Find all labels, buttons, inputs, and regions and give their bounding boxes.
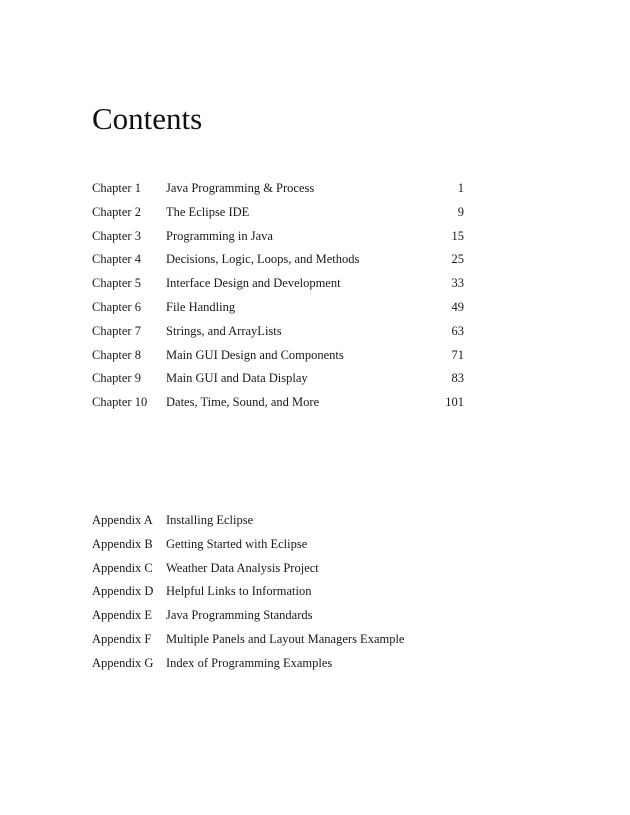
appendix-title: Getting Started with Eclipse [166,536,308,551]
toc-row-chapter[interactable]: Chapter 9 Main GUI and Data Display 83 [92,368,464,392]
appendix-label: Appendix G [92,655,154,670]
page-number: 71 [451,347,465,362]
appendix-label: Appendix A [92,513,153,527]
chapter-label: Chapter 9 [92,371,141,386]
chapter-title: The Eclipse IDE [166,204,250,219]
toc-row-appendix[interactable]: Appendix G Index of Programming Examples [92,653,464,677]
chapter-list: Chapter 1 Java Programming & Process 1 C… [92,178,464,416]
toc-row-chapter[interactable]: Chapter 2 The Eclipse IDE 9 [92,202,464,226]
page-number: 33 [451,276,465,291]
chapter-title: Java Programming & Process [166,181,315,195]
toc-row-chapter[interactable]: Chapter 1 Java Programming & Process 1 [92,178,464,202]
appendix-label: Appendix D [92,584,154,599]
appendix-title: Helpful Links to Information [166,584,312,599]
appendix-list: Appendix A Installing Eclipse Appendix B… [92,510,464,677]
page-title: Contents [92,101,203,136]
chapter-label: Chapter 7 [92,323,141,338]
chapter-title: Programming in Java [166,228,273,243]
chapter-title: Main GUI Design and Components [166,347,344,362]
chapter-title: Dates, Time, Sound, and More [166,395,320,410]
page-number: 15 [451,228,465,243]
appendix-title: Java Programming Standards [166,608,313,623]
appendix-label: Appendix F [92,631,152,646]
appendix-title: Multiple Panels and Layout Managers Exam… [166,631,405,646]
page-number: 25 [451,252,465,267]
chapter-title: File Handling [166,299,236,314]
toc-row-chapter[interactable]: Chapter 8 Main GUI Design and Components… [92,345,464,369]
chapter-label: Chapter 5 [92,276,141,291]
appendix-title: Index of Programming Examples [166,655,333,670]
chapter-label: Chapter 6 [92,299,141,314]
appendix-label: Appendix B [92,536,153,551]
page-number: 63 [451,323,465,338]
chapter-label: Chapter 10 [92,395,148,410]
toc-row-chapter[interactable]: Chapter 5 Interface Design and Developme… [92,273,464,297]
chapter-label: Chapter 4 [92,252,141,267]
toc-row-appendix[interactable]: Appendix E Java Programming Standards [92,605,464,629]
toc-row-appendix[interactable]: Appendix F Multiple Panels and Layout Ma… [92,629,464,653]
chapter-title: Strings, and ArrayLists [166,323,282,338]
toc-row-chapter[interactable]: Chapter 6 File Handling 49 [92,297,464,321]
toc-row-appendix[interactable]: Appendix B Getting Started with Eclipse [92,534,464,558]
chapter-title: Decisions, Logic, Loops, and Methods [166,252,360,267]
page-number: 1 [457,181,464,195]
chapter-title: Main GUI and Data Display [166,371,308,386]
appendix-title: Installing Eclipse [166,513,254,527]
page-number: 49 [451,299,465,314]
appendix-label: Appendix E [92,608,153,623]
chapter-label: Chapter 2 [92,204,141,219]
page-number: 9 [457,204,464,219]
chapter-label: Chapter 3 [92,228,141,243]
toc-row-chapter[interactable]: Chapter 4 Decisions, Logic, Loops, and M… [92,249,464,273]
toc-row-appendix[interactable]: Appendix C Weather Data Analysis Project [92,558,464,582]
chapter-label: Chapter 1 [92,181,141,195]
page-number: 83 [451,371,465,386]
appendix-label: Appendix C [92,560,153,575]
chapter-label: Chapter 8 [92,347,141,362]
appendix-title: Weather Data Analysis Project [166,560,319,575]
toc-row-chapter[interactable]: Chapter 7 Strings, and ArrayLists 63 [92,321,464,345]
toc-row-appendix[interactable]: Appendix D Helpful Links to Information [92,581,464,605]
page-number: 101 [445,395,464,410]
toc-row-chapter[interactable]: Chapter 10 Dates, Time, Sound, and More … [92,392,464,416]
toc-row-appendix[interactable]: Appendix A Installing Eclipse [92,510,464,534]
toc-row-chapter[interactable]: Chapter 3 Programming in Java 15 [92,226,464,250]
chapter-title: Interface Design and Development [166,276,341,291]
